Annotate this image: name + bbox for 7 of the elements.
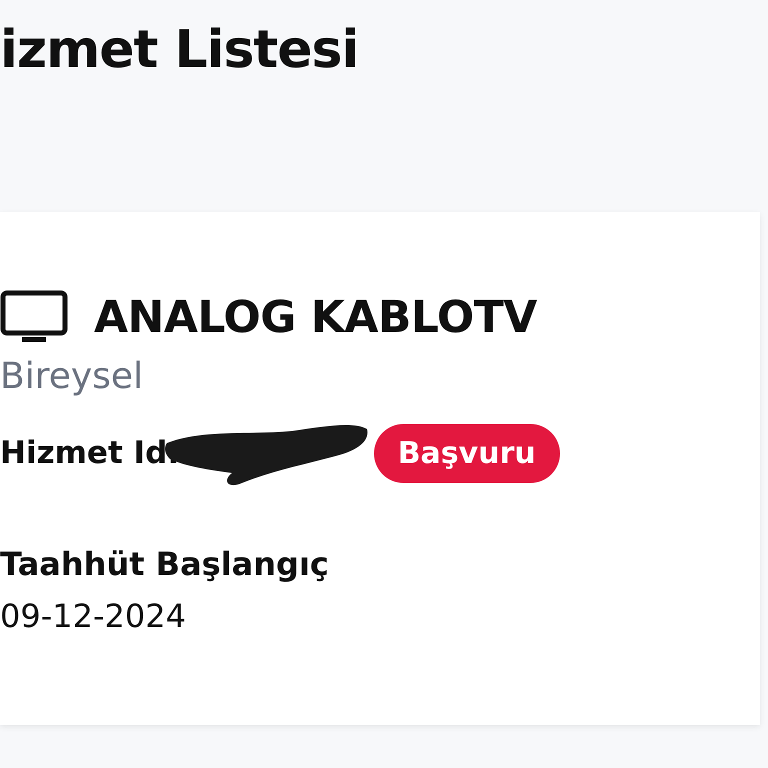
commitment-date: 09-12-2024: [0, 597, 187, 635]
service-type: Bireysel: [0, 356, 144, 397]
page-title: izmet Listesi: [0, 19, 360, 82]
service-name: ANALOG KABLOTV: [94, 292, 537, 342]
status-badge: Başvuru: [374, 424, 560, 482]
commitment-label: Taahhüt Başlangıç: [0, 545, 330, 583]
tv-icon: [0, 290, 68, 344]
